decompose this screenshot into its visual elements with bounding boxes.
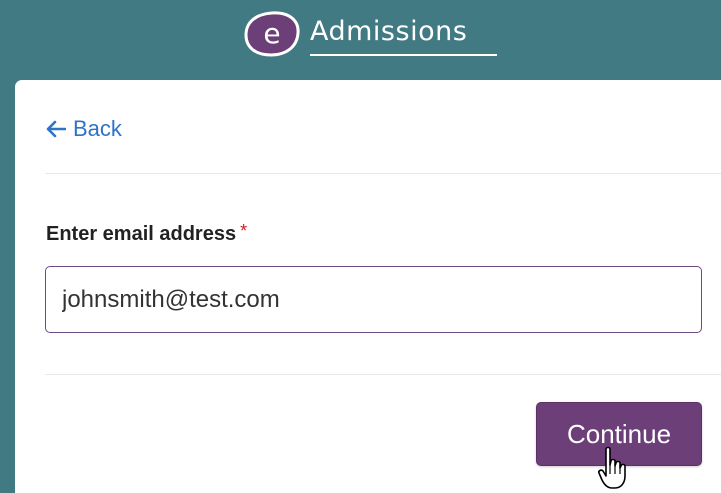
logo-text: Admissions [310, 16, 468, 47]
app-header: e Admissions [0, 0, 721, 80]
divider [45, 173, 721, 174]
arrow-left-icon [46, 120, 66, 138]
logo-e-badge-icon: e [244, 11, 300, 57]
email-label-text: Enter email address [46, 223, 237, 245]
eadmissions-logo: e Admissions [243, 11, 498, 57]
logo-underline [310, 54, 498, 56]
back-link[interactable]: Back [45, 116, 122, 142]
required-marker: * [240, 221, 248, 241]
back-label: Back [73, 116, 122, 141]
logo-letter: e [263, 17, 280, 50]
email-field[interactable] [45, 266, 702, 333]
continue-button[interactable]: Continue [536, 402, 702, 466]
logo-wordmark: Admissions [310, 16, 498, 56]
email-field-label: Enter email address * [46, 221, 248, 246]
divider [45, 374, 721, 375]
email-card: Back Enter email address* Continue [15, 80, 721, 493]
